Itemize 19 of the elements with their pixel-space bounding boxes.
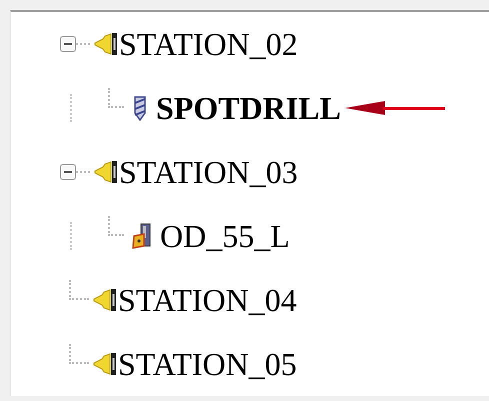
tree-connector-line (108, 216, 124, 236)
collapse-toggle[interactable] (60, 36, 76, 52)
tree-connector-line (76, 171, 90, 173)
tree-item-label[interactable]: STATION_05 (118, 348, 297, 380)
arrow-icon (344, 100, 445, 116)
cutting-insert-icon (132, 223, 152, 249)
tree-item-label[interactable]: OD_55_L (160, 220, 290, 252)
tree-connector-line (70, 222, 72, 250)
drill-icon (132, 95, 148, 121)
tree-connector-line (69, 344, 89, 364)
tree-connector-line (76, 43, 90, 45)
tree-item-label[interactable]: STATION_04 (118, 284, 297, 316)
tree-connector-line (69, 280, 89, 300)
collapse-toggle[interactable] (60, 164, 76, 180)
tree-item-label[interactable]: SPOTDRILL (156, 92, 341, 124)
tree-connector-line (108, 88, 124, 108)
tree-item-label[interactable]: STATION_02 (119, 28, 298, 60)
tree-connector-line (70, 94, 72, 122)
tree-item-label[interactable]: STATION_03 (119, 156, 298, 188)
